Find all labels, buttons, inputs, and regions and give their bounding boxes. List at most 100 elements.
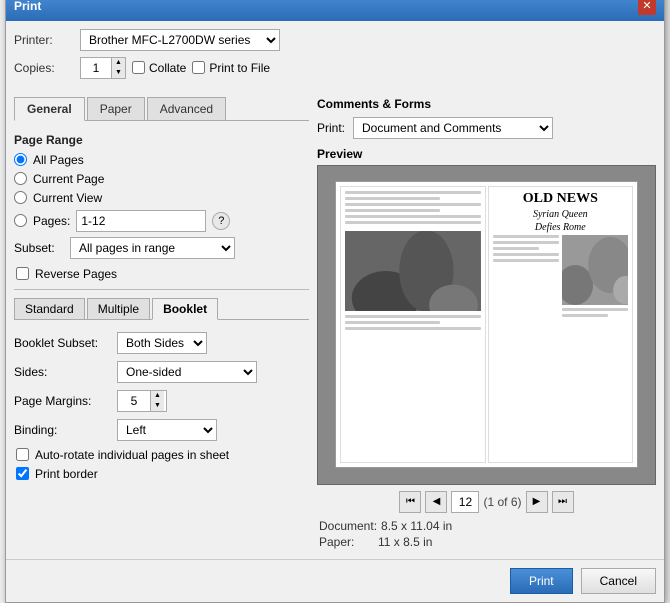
tab-advanced[interactable]: Advanced (147, 97, 226, 120)
copies-input[interactable] (81, 58, 111, 78)
document-label: Document: (319, 519, 377, 533)
fake-line (562, 308, 628, 311)
pages-row: Pages: ? (14, 210, 309, 232)
close-button[interactable]: ✕ (638, 0, 656, 15)
print-label: Print: (317, 121, 345, 135)
collate-checkbox[interactable] (132, 61, 145, 74)
preview-headline: OLD NEWS (493, 191, 629, 207)
pages-label: Pages: (33, 214, 70, 228)
fake-line (345, 191, 481, 194)
collate-label: Collate (149, 61, 186, 75)
comments-forms-title: Comments & Forms (317, 97, 656, 111)
all-pages-radio[interactable] (14, 153, 27, 166)
copies-label: Copies: (14, 61, 74, 75)
binding-select[interactable]: Left (117, 419, 217, 441)
collate-checkbox-label[interactable]: Collate (132, 61, 186, 75)
preview-inner: OLD NEWS Syrian Queen Defies Rome (335, 181, 638, 467)
subset-select[interactable]: All pages in range (70, 237, 235, 259)
fake-line (493, 241, 559, 244)
print-select[interactable]: Document and Comments (353, 117, 553, 139)
nav-prev-button[interactable]: ◀ (425, 491, 447, 513)
tab-multiple[interactable]: Multiple (87, 298, 150, 319)
margins-up-button[interactable]: ▲ (150, 391, 164, 401)
preview-subheadline2: Defies Rome (493, 222, 629, 233)
binding-label: Binding: (14, 423, 109, 437)
print-dialog: Print ✕ Printer: Brother MFC-L2700DW ser… (5, 0, 665, 603)
copies-up-button[interactable]: ▲ (111, 58, 125, 68)
booklet-subset-select[interactable]: Both Sides (117, 332, 207, 354)
document-value: 8.5 x 11.04 in (381, 519, 452, 533)
left-panel: General Paper Advanced Page Range All Pa… (14, 97, 309, 551)
preview-subheadline1: Syrian Queen (493, 209, 629, 220)
print-border-checkbox[interactable] (16, 467, 29, 480)
booklet-subset-row: Booklet Subset: Both Sides (14, 332, 309, 354)
fake-line (493, 235, 559, 238)
main-tabs: General Paper Advanced (14, 97, 309, 121)
print-row: Print: Document and Comments (317, 117, 656, 139)
printer-label: Printer: (14, 33, 74, 47)
margins-row: Page Margins: ▲ ▼ (14, 390, 309, 412)
fake-line (493, 253, 559, 256)
page-range-title: Page Range (14, 133, 309, 147)
paper-label: Paper: (319, 535, 374, 549)
preview-page-right: OLD NEWS Syrian Queen Defies Rome (488, 186, 634, 462)
all-pages-label: All Pages (33, 153, 84, 167)
margins-down-button[interactable]: ▼ (150, 401, 164, 411)
nav-first-button[interactable]: ⏮ (399, 491, 421, 513)
paper-value: 11 x 8.5 in (378, 535, 432, 549)
tab-general[interactable]: General (14, 97, 85, 121)
current-page-radio[interactable] (14, 172, 27, 185)
booklet-fields: Booklet Subset: Both Sides Sides: One-si… (14, 328, 309, 490)
current-view-radio[interactable] (14, 191, 27, 204)
pages-input[interactable] (76, 210, 206, 232)
tab-standard[interactable]: Standard (14, 298, 85, 319)
current-view-row: Current View (14, 191, 309, 205)
fake-line (345, 203, 481, 206)
help-button[interactable]: ? (212, 212, 230, 230)
print-to-file-text: Print to File (209, 61, 270, 75)
nav-next-button[interactable]: ▶ (526, 491, 548, 513)
sides-select[interactable]: One-sided (117, 361, 257, 383)
cancel-button[interactable]: Cancel (581, 568, 656, 594)
margins-input[interactable] (118, 391, 150, 411)
printer-select[interactable]: Brother MFC-L2700DW series (80, 29, 280, 51)
copies-field: ▲ ▼ (80, 57, 126, 79)
subset-row: Subset: All pages in range (14, 237, 309, 259)
general-tab-content: Page Range All Pages Current Page Curren… (14, 129, 309, 494)
current-page-row: Current Page (14, 172, 309, 186)
fake-line (493, 247, 539, 250)
auto-rotate-row: Auto-rotate individual pages in sheet (14, 448, 309, 462)
tab-paper[interactable]: Paper (87, 97, 145, 120)
dialog-footer: Print Cancel (6, 559, 664, 602)
reverse-pages-row: Reverse Pages (14, 267, 309, 281)
print-button[interactable]: Print (510, 568, 573, 594)
preview-section: Preview (317, 147, 656, 549)
tab-booklet[interactable]: Booklet (152, 298, 218, 320)
print-border-label: Print border (35, 467, 98, 481)
copies-down-button[interactable]: ▼ (111, 68, 125, 78)
nav-last-button[interactable]: ⏭ (552, 491, 574, 513)
fake-line (345, 321, 440, 324)
right-panel: Comments & Forms Print: Document and Com… (317, 97, 656, 551)
reverse-pages-checkbox[interactable] (16, 267, 29, 280)
fake-line (345, 215, 481, 218)
fake-line (345, 197, 440, 200)
preview-right-image (562, 235, 628, 305)
fake-line (345, 221, 481, 224)
current-view-label: Current View (33, 191, 102, 205)
print-to-file-checkbox[interactable] (192, 61, 205, 74)
sides-label: Sides: (14, 365, 109, 379)
pages-radio[interactable] (14, 214, 27, 227)
booklet-subset-label: Booklet Subset: (14, 336, 109, 350)
binding-row: Binding: Left (14, 419, 309, 441)
nav-page-input[interactable] (451, 491, 479, 513)
auto-rotate-checkbox[interactable] (16, 448, 29, 461)
margins-field: ▲ ▼ (117, 390, 167, 412)
nav-row: ⏮ ◀ (1 of 6) ▶ ⏭ (317, 491, 656, 513)
current-page-label: Current Page (33, 172, 104, 186)
fake-line (562, 314, 608, 317)
preview-box: OLD NEWS Syrian Queen Defies Rome (317, 165, 656, 485)
sides-row: Sides: One-sided (14, 361, 309, 383)
fake-line (345, 209, 440, 212)
print-to-file-label[interactable]: Print to File (192, 61, 270, 75)
